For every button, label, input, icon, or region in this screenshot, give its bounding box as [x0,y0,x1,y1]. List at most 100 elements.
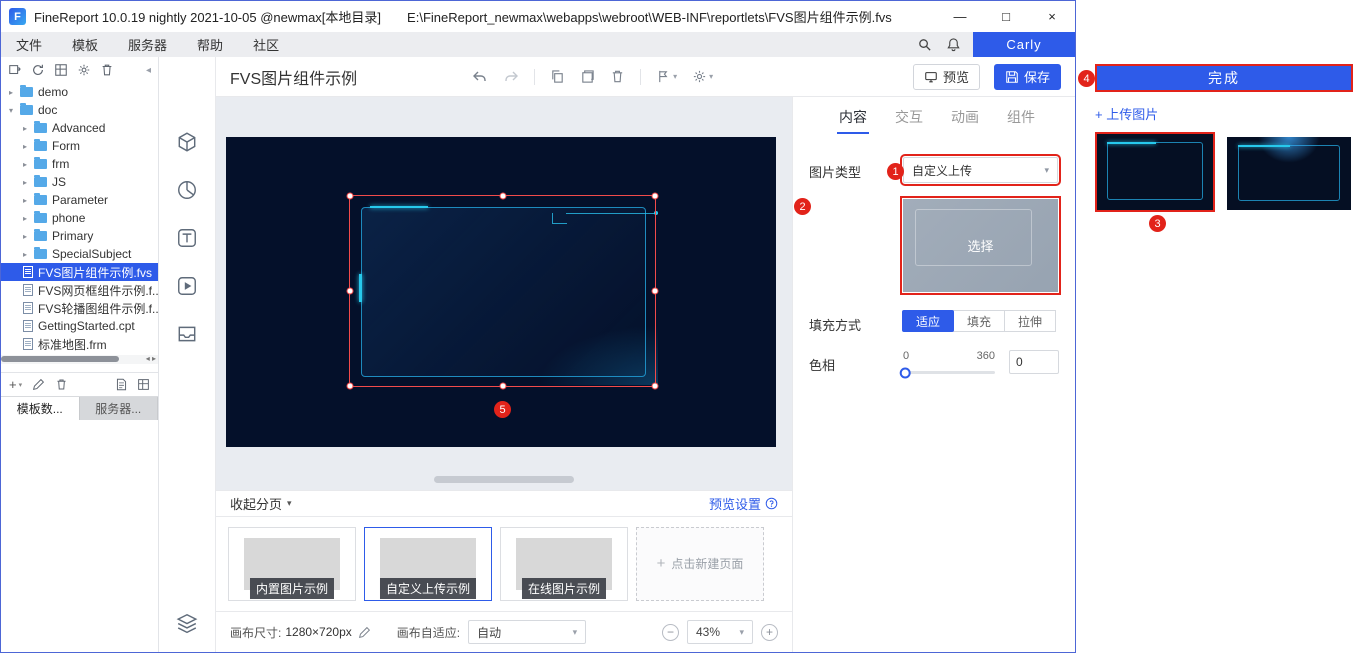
expand-arrow-icon[interactable] [23,178,34,187]
copy-icon[interactable] [550,69,565,84]
image-component-canvas[interactable]: 5 [226,137,776,447]
text-component-icon[interactable] [176,227,198,249]
tab-template-datasets[interactable]: 模板数... [1,397,80,420]
maximize-button[interactable]: □ [983,1,1029,32]
tree-item-demo[interactable]: demo [1,83,158,101]
tree-horizontal-scrollbar[interactable]: ◂ ▸ [1,354,158,364]
container-component-icon[interactable] [176,323,198,345]
tree-item-form[interactable]: Form [1,137,158,155]
uploaded-image-thumb[interactable] [1227,137,1351,210]
tree-item-parameter[interactable]: Parameter [1,191,158,209]
switch-directory-icon[interactable] [8,63,22,77]
selection-rectangle[interactable] [346,192,659,390]
file-list-icon[interactable] [54,63,68,77]
media-component-icon[interactable] [176,275,198,297]
page-thumb-online-image[interactable]: 在线图片示例 [500,526,628,601]
upload-image-link[interactable]: + 上传图片 [1095,104,1158,123]
tree-item-fvs-image-demo-selected[interactable]: FVS图片组件示例.fvs [1,263,158,281]
settings-icon[interactable] [77,63,91,77]
selection-handle[interactable] [346,287,354,295]
tree-item-phone[interactable]: phone [1,209,158,227]
page-thumb-custom-upload[interactable]: 自定义上传示例 [364,526,492,601]
menu-file[interactable]: 文件 [1,32,57,57]
minimize-button[interactable]: — [937,1,983,32]
locate-file-icon[interactable] [115,378,128,391]
menu-community[interactable]: 社区 [238,32,294,57]
scrollbar-arrows[interactable]: ◂ ▸ [146,354,156,363]
expand-arrow-icon[interactable] [9,88,20,97]
notification-bell-icon[interactable] [946,37,961,52]
tree-item-specialsubject[interactable]: SpecialSubject [1,245,158,263]
uploaded-image-thumb-selected[interactable] [1095,132,1215,212]
fill-mode-stretch-button[interactable]: 拉伸 [1004,310,1056,332]
panel-collapse-icon[interactable]: ◂ [146,65,151,76]
collapse-pages-toggle[interactable]: 收起分页 [230,494,292,513]
tree-item-primary[interactable]: Primary [1,227,158,245]
selection-handle[interactable] [651,192,659,200]
expand-arrow-icon[interactable] [23,124,34,133]
zoom-in-button[interactable]: + [761,623,778,641]
hue-slider-handle[interactable] [899,367,911,378]
expand-arrow-icon[interactable] [23,160,34,169]
preview-button[interactable]: 预览 [912,63,980,90]
hue-value-input[interactable] [1009,350,1059,374]
chart-pie-icon[interactable] [176,179,198,201]
user-account-badge[interactable]: Carly [973,32,1075,57]
image-upload-preview[interactable]: 选择 [900,196,1061,295]
tree-item-gettingstarted[interactable]: GettingStarted.cpt [1,317,158,335]
expand-arrow-icon[interactable] [23,250,34,259]
save-button[interactable]: 保存 [993,63,1061,90]
delete-icon[interactable] [100,63,114,77]
tab-interaction[interactable]: 交互 [893,98,925,136]
tree-item-js[interactable]: JS [1,173,158,191]
hue-slider[interactable] [899,367,995,378]
tree-item-standard-map[interactable]: 标准地图.frm [1,335,158,353]
expand-arrow-icon[interactable] [23,214,34,223]
menu-template[interactable]: 模板 [57,32,113,57]
delete-icon[interactable] [55,378,68,391]
tab-server-datasets[interactable]: 服务器... [79,397,158,420]
close-button[interactable]: × [1029,1,1075,32]
selection-handle[interactable] [346,382,354,390]
view-mode-icon[interactable] [137,378,150,391]
edit-canvas-size-icon[interactable] [358,626,371,639]
expand-arrow-icon[interactable] [9,106,20,115]
expand-arrow-icon[interactable] [23,232,34,241]
tab-animation[interactable]: 动画 [949,98,981,136]
tree-item-fvs-webframe-demo[interactable]: FVS网页框组件示例.f... [1,281,158,299]
selection-handle[interactable] [499,192,506,200]
tree-item-frm[interactable]: frm [1,155,158,173]
add-template-button[interactable]: + [9,377,22,392]
undo-icon[interactable] [472,69,488,85]
new-page-button[interactable]: + 点击新建页面 [636,526,764,601]
menu-server[interactable]: 服务器 [113,32,182,57]
widget-cube-icon[interactable] [176,131,198,153]
tree-item-doc[interactable]: doc [1,101,158,119]
refresh-icon[interactable] [31,63,45,77]
expand-arrow-icon[interactable] [23,196,34,205]
tab-component[interactable]: 组件 [1005,98,1037,136]
selection-handle[interactable] [651,287,659,295]
zoom-level-select[interactable]: 43% [687,620,753,645]
paste-icon[interactable] [580,69,595,84]
page-thumb-builtin-image[interactable]: 内置图片示例 [228,526,356,601]
tab-content[interactable]: 内容 [837,98,869,136]
canvas-horizontal-scrollbar[interactable] [434,475,574,483]
selection-handle[interactable] [499,382,506,390]
search-icon[interactable] [917,37,932,52]
selection-handle[interactable] [651,382,659,390]
tree-item-fvs-carousel-demo[interactable]: FVS轮播图组件示例.f... [1,299,158,317]
choose-image-button[interactable]: 选择 [967,236,993,255]
edit-pencil-icon[interactable] [32,378,45,391]
canvas-settings-dropdown[interactable] [692,69,713,84]
expand-arrow-icon[interactable] [23,142,34,151]
done-button[interactable]: 完成 [1095,64,1353,92]
scrollbar-thumb[interactable] [1,356,119,362]
fill-mode-fit-button[interactable]: 适应 [902,310,954,332]
fill-mode-fill-button[interactable]: 填充 [953,310,1005,332]
canvas-fit-select[interactable]: 自动 [468,620,587,645]
canvas-area[interactable]: 5 [216,97,792,490]
preview-settings-link[interactable]: 预览设置 [709,494,778,513]
align-dropdown[interactable] [656,69,677,84]
tree-item-advanced[interactable]: Advanced [1,119,158,137]
